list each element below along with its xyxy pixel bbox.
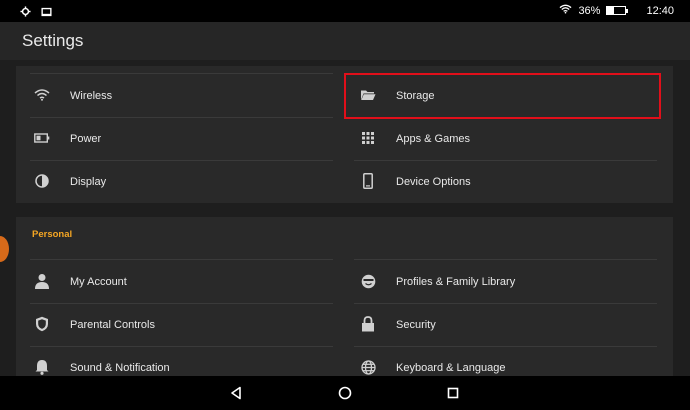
- shield-icon: [32, 314, 52, 334]
- settings-item-my-account[interactable]: My Account: [32, 260, 332, 303]
- settings-item-label: Security: [396, 318, 436, 331]
- battery-icon: [32, 128, 52, 148]
- settings-item-label: Apps & Games: [396, 132, 470, 145]
- photo-icon: [41, 4, 52, 22]
- settings-item-security[interactable]: Security: [358, 303, 658, 346]
- wifi-icon: [559, 4, 572, 17]
- globe-icon: [358, 357, 378, 376]
- back-icon[interactable]: [226, 383, 246, 403]
- battery-text: 36%: [578, 4, 601, 17]
- home-icon[interactable]: [335, 383, 355, 403]
- settings-item-wireless[interactable]: Wireless: [32, 74, 332, 117]
- face-icon: [358, 271, 378, 291]
- settings-item-power[interactable]: Power: [32, 117, 332, 160]
- clock: 12:40: [646, 4, 674, 17]
- app-bar: Settings: [0, 22, 690, 60]
- navigation-bar: [0, 376, 690, 410]
- settings-item-label: Display: [70, 175, 107, 188]
- settings-item-label: Power: [70, 132, 102, 145]
- status-bar: 36% 12:40: [0, 0, 690, 22]
- page-title: Settings: [22, 31, 84, 50]
- settings-item-display[interactable]: Display: [32, 160, 332, 203]
- settings-item-label: Sound & Notification: [70, 361, 170, 374]
- highlight-box: [344, 73, 661, 119]
- personal-settings-panel: Personal My Account Parental Controls So…: [16, 217, 673, 376]
- settings-item-parental-controls[interactable]: Parental Controls: [32, 303, 332, 346]
- settings-item-label: Wireless: [70, 89, 113, 102]
- settings-item-label: Profiles & Family Library: [396, 275, 516, 288]
- contrast-icon: [32, 171, 52, 191]
- settings-item-label: Device Options: [396, 175, 471, 188]
- gear-icon: [20, 4, 31, 22]
- settings-item-sound-notification[interactable]: Sound & Notification: [32, 346, 332, 376]
- bell-icon: [32, 357, 52, 376]
- settings-item-label: Keyboard & Language: [396, 361, 506, 374]
- lock-icon: [358, 314, 378, 334]
- settings-item-profiles-family-library[interactable]: Profiles & Family Library: [358, 260, 658, 303]
- section-title-personal: Personal: [32, 229, 73, 240]
- phone-icon: [358, 171, 378, 191]
- settings-item-label: Parental Controls: [70, 318, 155, 331]
- battery-level: [607, 7, 614, 14]
- settings-item-apps-games[interactable]: Apps & Games: [358, 117, 658, 160]
- person-icon: [32, 271, 52, 291]
- edge-handle[interactable]: [0, 236, 9, 262]
- settings-item-label: My Account: [70, 275, 127, 288]
- settings-item-keyboard-language[interactable]: Keyboard & Language: [358, 346, 658, 376]
- wifi-icon: [32, 85, 52, 105]
- battery-icon: [606, 6, 629, 15]
- settings-item-device-options[interactable]: Device Options: [358, 160, 658, 203]
- recents-icon[interactable]: [443, 383, 463, 403]
- grid-icon: [358, 128, 378, 148]
